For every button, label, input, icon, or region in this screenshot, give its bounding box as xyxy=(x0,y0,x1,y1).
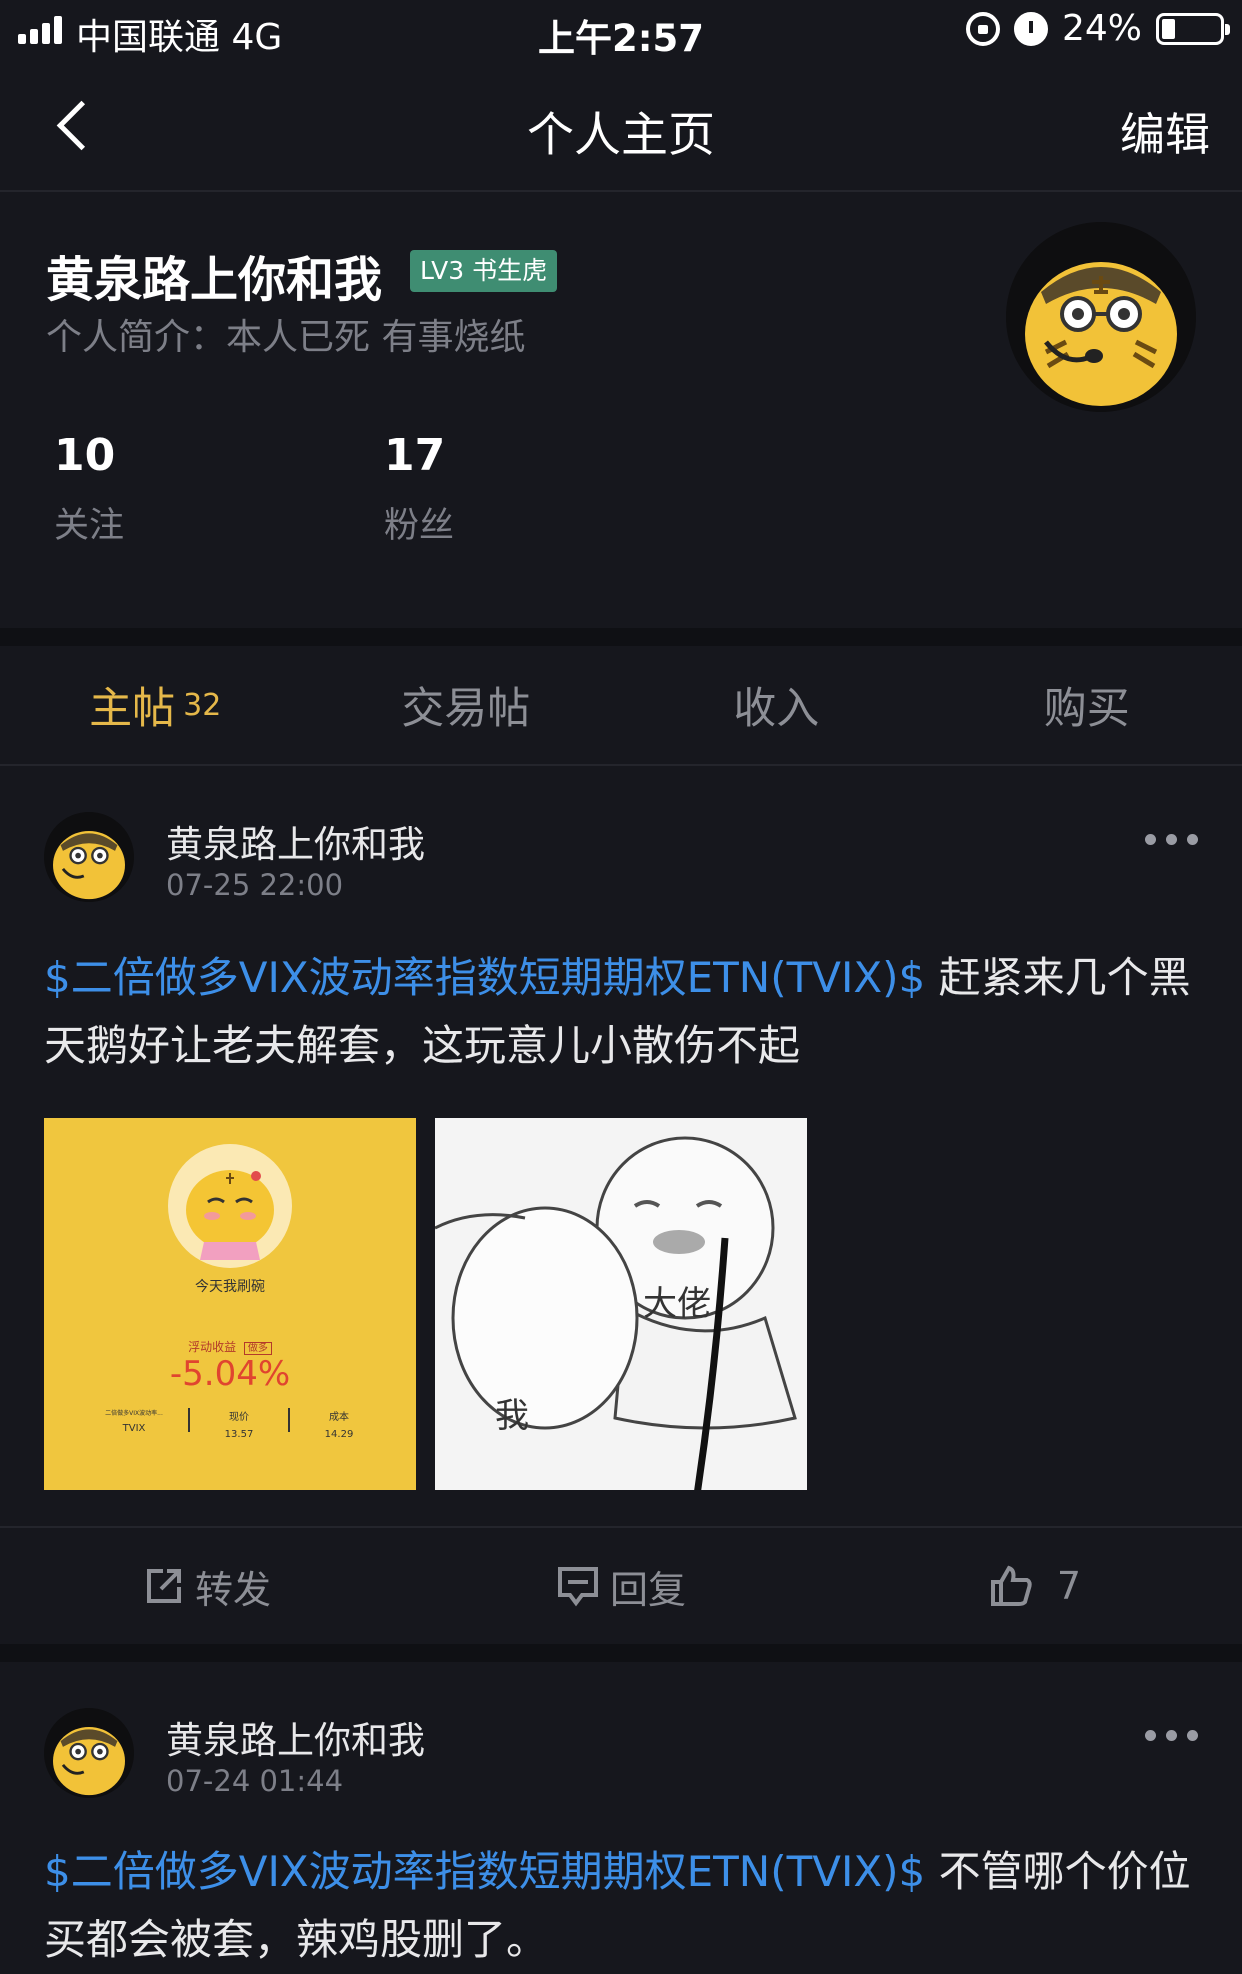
tab-label: 收入 xyxy=(733,684,820,734)
post-action-bar: 转发 回复 7 xyxy=(0,1526,1242,1644)
post-time: 07-24 01:44 xyxy=(166,1764,344,1798)
tab-count: 32 xyxy=(183,687,222,723)
meme-label-me: 我 xyxy=(495,1396,529,1436)
section-divider xyxy=(0,628,1242,646)
following-count: 10 xyxy=(54,430,116,481)
more-icon[interactable] xyxy=(1145,834,1198,845)
meme-label-boss: 大佬 xyxy=(643,1284,711,1324)
battery-icon xyxy=(1156,12,1230,45)
repost-button[interactable]: 转发 xyxy=(0,1528,414,1644)
like-count: 7 xyxy=(1056,1564,1082,1608)
tab-trade-posts[interactable]: 交易帖 xyxy=(311,646,622,764)
more-icon[interactable] xyxy=(1145,1730,1198,1741)
cost-title: 成本 xyxy=(329,1412,349,1423)
status-bar: 中国联通 4G 上午2:57 24% xyxy=(0,0,1242,62)
battery-percent: 24% xyxy=(1061,8,1142,49)
tab-purchase[interactable]: 购买 xyxy=(932,646,1242,764)
like-button[interactable]: 7 xyxy=(828,1528,1242,1644)
tab-main-posts[interactable]: 主帖 32 xyxy=(0,646,311,764)
share-icon xyxy=(146,1569,181,1603)
post-body: $二倍做多VIX波动率指数短期期权ETN(TVIX)$ 赶紧来几个黑天鹅好让老夫… xyxy=(44,944,1204,1080)
stock-ticker-link[interactable]: $二倍做多VIX波动率指数短期期权ETN(TVIX)$ xyxy=(44,1847,925,1896)
avatar[interactable] xyxy=(44,1708,134,1798)
comment-icon xyxy=(557,1567,598,1607)
profile-name: 黄泉路上你和我 xyxy=(46,252,383,308)
nav-bar: 个人主页 编辑 xyxy=(0,62,1242,192)
post-card: 黄泉路上你和我 07-24 01:44 $二倍做多VIX波动率指数短期期权ETN… xyxy=(0,1662,1242,1974)
tab-label: 主帖 xyxy=(89,684,176,734)
post-image-profit-card[interactable]: 今天我刷碗 浮动收益 做多 -5.04% 二倍做多VIX波动率... TVIX 现… xyxy=(44,1118,416,1490)
thumbs-up-icon xyxy=(990,1565,1032,1606)
avatar[interactable] xyxy=(44,812,134,902)
tab-income[interactable]: 收入 xyxy=(621,646,932,764)
post-body: $二倍做多VIX波动率指数短期期权ETN(TVIX)$ 不管哪个价位买都会被套，… xyxy=(44,1838,1204,1974)
post-image-meme[interactable]: 大佬 我 xyxy=(435,1118,807,1490)
followers-count: 17 xyxy=(384,430,446,481)
rotation-lock-icon xyxy=(965,11,1000,46)
stock-name-title: 二倍做多VIX波动率... xyxy=(105,1410,163,1417)
reply-label: 回复 xyxy=(609,1567,686,1612)
post-card: 黄泉路上你和我 07-25 22:00 $二倍做多VIX波动率指数短期期权ETN… xyxy=(0,768,1242,1644)
level-badge: LV3 书生虎 xyxy=(410,250,558,292)
followers-stat[interactable]: 17 粉丝 xyxy=(384,430,454,548)
followers-label: 粉丝 xyxy=(384,506,455,546)
profit-value: -5.04% xyxy=(169,1354,291,1394)
repost-label: 转发 xyxy=(194,1567,271,1612)
following-label: 关注 xyxy=(54,506,125,546)
following-stat[interactable]: 10 关注 xyxy=(54,430,124,548)
page-title: 个人主页 xyxy=(527,108,715,163)
avatar[interactable] xyxy=(1006,222,1196,412)
post-time: 07-25 22:00 xyxy=(166,868,344,902)
tab-label: 交易帖 xyxy=(401,684,531,734)
price-value: 13.57 xyxy=(224,1429,254,1440)
post-author[interactable]: 黄泉路上你和我 xyxy=(166,1710,425,1764)
post-author[interactable]: 黄泉路上你和我 xyxy=(166,814,425,868)
stock-ticker-link[interactable]: $二倍做多VIX波动率指数短期期权ETN(TVIX)$ xyxy=(44,953,925,1002)
tab-bar: 主帖 32 交易帖 收入 购买 xyxy=(0,646,1242,766)
price-title: 现价 xyxy=(229,1412,249,1423)
profile-bio: 个人简介：本人已死 有事烧纸 xyxy=(46,317,526,358)
reply-button[interactable]: 回复 xyxy=(414,1528,828,1644)
stock-symbol: TVIX xyxy=(122,1423,146,1434)
edit-button[interactable]: 编辑 xyxy=(1120,98,1210,163)
alarm-icon xyxy=(1013,11,1048,46)
image-caption: 今天我刷碗 xyxy=(195,1279,265,1295)
tab-label: 购买 xyxy=(1043,684,1130,734)
post-divider xyxy=(0,1644,1242,1662)
floating-profit-label: 浮动收益 xyxy=(188,1340,237,1354)
cost-value: 14.29 xyxy=(324,1429,354,1440)
